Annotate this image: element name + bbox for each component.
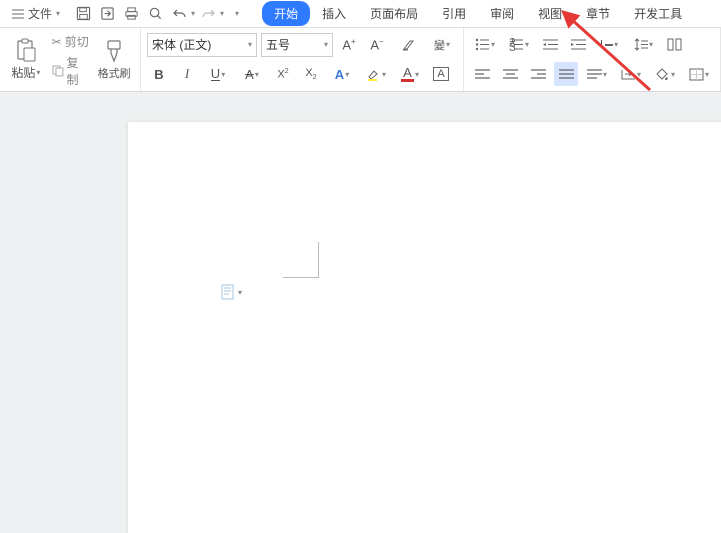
hamburger-icon: [12, 9, 24, 19]
tab-stop-button[interactable]: ▾: [616, 62, 646, 86]
font-size-value: 五号: [266, 36, 290, 53]
subscript-button[interactable]: X2: [299, 62, 323, 86]
scissors-icon: ✂: [52, 35, 62, 49]
document-area[interactable]: ▾: [0, 92, 721, 533]
highlight-button[interactable]: ▾: [361, 62, 391, 86]
font-name-value: 宋体 (正文): [152, 36, 211, 53]
copy-button[interactable]: 复制: [50, 53, 93, 89]
align-left-button[interactable]: [470, 62, 494, 86]
strikethrough-button[interactable]: A▾: [237, 62, 267, 86]
export-button[interactable]: [96, 3, 118, 25]
underline-button[interactable]: U▾: [203, 62, 233, 86]
increase-font-button[interactable]: A+: [337, 33, 361, 57]
bullets-button[interactable]: ▾: [470, 33, 500, 57]
more-quick-button[interactable]: ▾: [226, 3, 248, 25]
align-right-button[interactable]: [526, 62, 550, 86]
cut-label: 剪切: [65, 33, 89, 50]
font-color-button[interactable]: A▾: [395, 62, 425, 86]
italic-button[interactable]: I: [175, 62, 199, 86]
text-cursor-corner: [283, 242, 319, 278]
borders-button[interactable]: ▾: [684, 62, 714, 86]
print-preview-button[interactable]: [144, 3, 166, 25]
decrease-indent-button[interactable]: [538, 33, 562, 57]
clear-format-button[interactable]: [393, 33, 423, 57]
font-name-select[interactable]: 宋体 (正文)▾: [147, 33, 257, 57]
shading-button[interactable]: ▾: [650, 62, 680, 86]
bold-button[interactable]: B: [147, 62, 171, 86]
tab-view[interactable]: 视图: [526, 1, 574, 26]
chevron-down-icon: ▾: [56, 9, 60, 18]
copy-label: 复制: [67, 54, 91, 88]
chevron-down-icon: ▾: [238, 288, 242, 297]
print-button[interactable]: [120, 3, 142, 25]
phonetic-guide-button[interactable]: 變▾: [427, 33, 457, 57]
cut-button[interactable]: ✂ 剪切: [50, 32, 93, 51]
tab-devtools[interactable]: 开发工具: [622, 1, 694, 26]
redo-dropdown[interactable]: ▾: [220, 9, 224, 18]
columns-button[interactable]: [662, 33, 686, 57]
undo-dropdown[interactable]: ▾: [191, 9, 195, 18]
text-direction-button[interactable]: Ⅰ▾: [594, 33, 624, 57]
file-menu[interactable]: 文件 ▾: [6, 3, 66, 24]
paragraph-options-smarttag[interactable]: ▾: [221, 284, 242, 300]
tab-pagelayout[interactable]: 页面布局: [358, 1, 430, 26]
tab-references[interactable]: 引用: [430, 1, 478, 26]
tab-insert[interactable]: 插入: [310, 1, 358, 26]
ribbon-tabs: 开始 插入 页面布局 引用 审阅 视图 章节 开发工具: [262, 1, 694, 26]
format-painter-button[interactable]: 格式刷: [94, 32, 134, 87]
character-border-button[interactable]: A: [429, 62, 453, 86]
font-size-select[interactable]: 五号▾: [261, 33, 333, 57]
undo-button[interactable]: [168, 3, 190, 25]
paste-button[interactable]: 粘贴▾: [6, 32, 46, 87]
superscript-button[interactable]: X2: [271, 62, 295, 86]
text-effects-button[interactable]: A▾: [327, 62, 357, 86]
file-menu-label: 文件: [28, 5, 52, 22]
save-button[interactable]: [72, 3, 94, 25]
tab-start[interactable]: 开始: [262, 1, 310, 26]
tab-chapter[interactable]: 章节: [574, 1, 622, 26]
decrease-font-button[interactable]: A−: [365, 33, 389, 57]
paste-label: 粘贴: [11, 64, 35, 81]
increase-indent-button[interactable]: [566, 33, 590, 57]
tab-review[interactable]: 审阅: [478, 1, 526, 26]
redo-button[interactable]: [197, 3, 219, 25]
line-spacing-button[interactable]: ▾: [628, 33, 658, 57]
document-page[interactable]: ▾: [128, 122, 721, 533]
format-painter-label: 格式刷: [98, 65, 131, 81]
align-justify-button[interactable]: [554, 62, 578, 86]
distribute-button[interactable]: ▾: [582, 62, 612, 86]
align-center-button[interactable]: [498, 62, 522, 86]
numbering-button[interactable]: 123▾: [504, 33, 534, 57]
